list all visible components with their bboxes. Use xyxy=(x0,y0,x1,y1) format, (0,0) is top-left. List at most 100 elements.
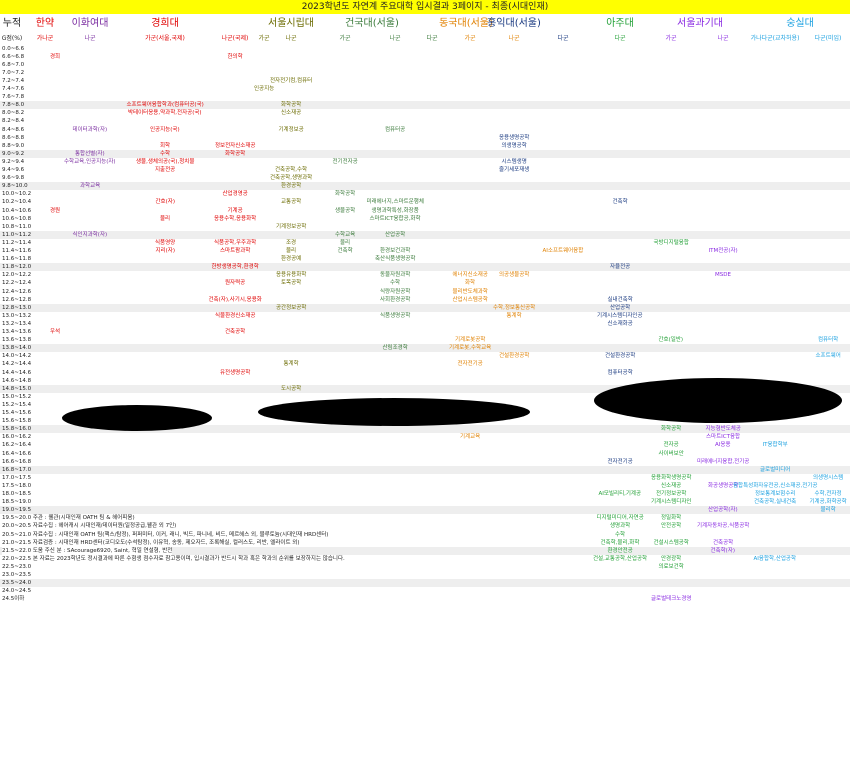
department-entry: 정보전자신소재공 xyxy=(215,142,256,149)
department-entry: 자율전공 xyxy=(610,264,631,271)
department-entry: 유전생명공학 xyxy=(220,369,251,376)
department-entry: 컴퓨터학 xyxy=(818,337,839,344)
department-entry: 줄기세포재생 xyxy=(499,167,530,173)
department-entry: 통합선별(자) xyxy=(75,150,105,157)
group-header: 나군 xyxy=(717,35,729,42)
score-range-label: 16.4~16.6 xyxy=(2,450,32,457)
department-entry: 한방생명공학,환경학 xyxy=(211,264,259,271)
score-range-label: 23.5~24.0 xyxy=(2,580,32,587)
score-range-label: 18.0~18.5 xyxy=(2,491,32,497)
department-entry: 화학공학 xyxy=(225,150,246,157)
department-entry: 박테이터응용,약과학,전자공(국) xyxy=(128,110,202,117)
score-range-label: 12.6~12.8 xyxy=(2,296,32,303)
department-entry: 정밀화학 xyxy=(661,515,682,522)
department-entry: 국방디지털융합 xyxy=(653,239,689,246)
score-range-label: 14.2~14.4 xyxy=(2,361,32,368)
department-entry: 원자력공 xyxy=(225,280,246,287)
department-entry: 수학,전자정 xyxy=(814,491,842,497)
score-range-label: 10.6~10.8 xyxy=(2,215,32,222)
department-entry: 간호(자) xyxy=(155,199,175,206)
note-line: 21.0~21.5 자료검증 : 시대인재 HRD센터(코디오도(수석탐정), … xyxy=(2,538,300,547)
page-title: 2023학년도 자연계 주요대학 입시결과 3페이지 - 최종(시대인재) xyxy=(0,0,850,14)
score-range-label: 13.8~14.0 xyxy=(2,345,32,352)
department-entry: 건축(자),사기시,응용화 xyxy=(208,296,262,303)
row-band xyxy=(0,303,850,312)
score-range-label: 14.4~14.6 xyxy=(2,369,32,376)
department-entry: 기계정보공 xyxy=(278,126,304,133)
note-line: 20.0~20.5 자료수집 : 헤어캐시 시대인재/데이터원(일정공급,웰관 … xyxy=(2,522,177,531)
department-entry: 전기전자공 xyxy=(332,158,358,165)
department-entry: 컴퓨터공학 xyxy=(607,369,633,376)
redaction-scribble xyxy=(594,378,842,423)
note-line: 20.5~21.0 자료수집 : 시대인재 OATH 팀(핵스/탐정), 퍼퍼미… xyxy=(2,530,329,539)
score-range-label: 12.2~12.4 xyxy=(2,280,32,287)
row-band xyxy=(0,344,850,353)
score-range-label: 13.2~13.4 xyxy=(2,320,32,327)
redaction-scribble xyxy=(62,405,212,431)
department-entry: 물리반도체과학 xyxy=(452,288,488,295)
score-range-label: 12.8~13.0 xyxy=(2,304,32,311)
department-entry: 식품생명공학 xyxy=(380,312,411,319)
department-entry: 컴퓨터공 xyxy=(385,126,406,133)
score-range-label: 19.0~19.5 xyxy=(2,507,32,514)
department-entry: 물리학 xyxy=(820,507,836,514)
score-range-label: 13.6~13.8 xyxy=(2,337,32,344)
department-entry: 융합특성화자유전공,신소재공,전기공 xyxy=(733,482,818,489)
department-entry: AI융합학,산업공학 xyxy=(753,555,797,562)
department-entry: 토목공학 xyxy=(281,280,302,287)
department-entry: 건설환경공학 xyxy=(499,353,530,360)
group-header: 나군 xyxy=(84,35,96,42)
score-range-label: 15.6~15.8 xyxy=(2,418,32,425)
score-range-label: 7.0~7.2 xyxy=(2,69,25,76)
department-entry: 환경안전공 xyxy=(607,547,633,554)
score-range-label: 10.0~10.2 xyxy=(2,191,32,198)
department-entry: 기계공,화학공학 xyxy=(809,499,847,506)
score-range-label: 9.0~9.2 xyxy=(2,150,25,157)
department-entry: 건축공학,수학 xyxy=(275,167,308,173)
score-range-label: 23.0~23.5 xyxy=(2,572,32,578)
school-header: 아주대 xyxy=(606,18,634,29)
score-range-label: 10.8~11.0 xyxy=(2,223,32,230)
department-entry: 식물환경신소재공 xyxy=(215,312,256,319)
department-entry: 조경 xyxy=(286,239,297,246)
score-range-label: 10.2~10.4 xyxy=(2,199,32,206)
department-entry: 수학 xyxy=(390,280,401,287)
score-range-label: 8.0~8.2 xyxy=(2,110,25,117)
department-entry: 시스템생명 xyxy=(501,158,527,165)
score-range-label: 11.0~11.2 xyxy=(2,231,32,238)
group-header: 가군(서울,국제) xyxy=(145,35,185,42)
note-line: 22.0~22.5 본 자료는 2023학년도 정시결과에 따른 수험생 점수자… xyxy=(2,554,345,563)
department-entry: 신소재공 xyxy=(661,482,682,489)
department-entry: 교통공학 xyxy=(281,199,302,206)
department-entry: 물리 xyxy=(286,248,297,254)
score-range-label: 15.0~15.2 xyxy=(2,393,32,400)
school-header: 이화여대 xyxy=(71,18,109,29)
department-entry: 건축학 xyxy=(337,248,353,254)
score-range-label: 24.0~24.5 xyxy=(2,588,32,595)
department-entry: IT융합학부 xyxy=(762,442,788,449)
score-range-label: 15.8~16.0 xyxy=(2,426,32,433)
score-range-label: 24.5이하 xyxy=(2,596,25,603)
score-range-label: 16.2~16.4 xyxy=(2,442,32,449)
department-entry: 동물자원과학 xyxy=(380,272,411,279)
row-band xyxy=(0,465,850,474)
department-entry: 사이버보안 xyxy=(658,450,684,457)
department-entry: 회학 xyxy=(160,142,171,149)
department-entry: 신소재화공 xyxy=(607,320,633,327)
score-range-label: 8.4~8.6 xyxy=(2,126,25,133)
department-entry: 의생명공학 xyxy=(501,142,527,149)
department-entry: ITM전공(자) xyxy=(708,248,738,254)
group-header: 나군 xyxy=(285,35,297,42)
score-range-label: 12.0~12.2 xyxy=(2,272,32,279)
department-entry: 글로벌테크노경영 xyxy=(651,596,692,603)
department-entry: 물리 xyxy=(340,239,351,246)
department-entry: 건설,교통공학,산업공학 xyxy=(593,555,648,562)
group-header: 다군(미입) xyxy=(814,35,842,42)
department-entry: 물리 xyxy=(160,215,171,222)
score-range-label: 7.8~8.0 xyxy=(2,102,25,109)
department-entry: 스마트ICT융합 xyxy=(706,434,741,441)
department-entry: 식품공학,우주과학 xyxy=(214,239,257,246)
department-entry: 수학 xyxy=(615,531,626,538)
department-entry: 전자공 xyxy=(663,442,679,449)
score-range-label: 10.4~10.6 xyxy=(2,207,32,214)
